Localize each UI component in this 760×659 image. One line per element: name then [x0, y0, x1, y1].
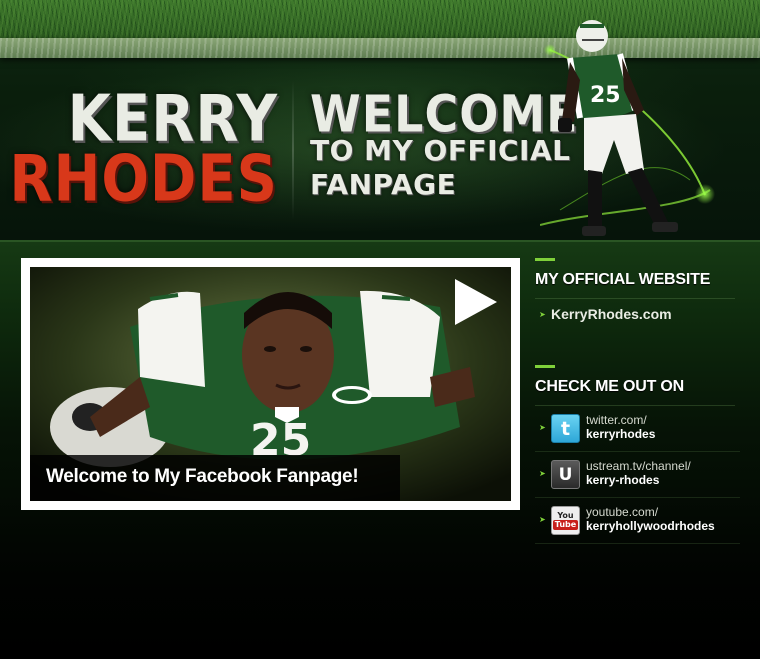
twitter-icon[interactable]: t: [551, 414, 580, 443]
social-url-prefix[interactable]: youtube.com/: [586, 505, 658, 519]
website-link[interactable]: KerryRhodes.com: [551, 306, 672, 322]
social-heading: CHECK ME OUT ON: [535, 378, 685, 395]
welcome-subtitle-line1: TO MY OFFICIAL: [310, 134, 571, 167]
welcome-subtitle-line2: FANPAGE: [310, 168, 457, 201]
play-icon[interactable]: [453, 277, 499, 327]
social-link-youtube[interactable]: ➤ You Tube youtube.com/ kerryhollywoodrh…: [535, 498, 740, 544]
ustream-icon[interactable]: U: [551, 460, 580, 489]
youtube-icon[interactable]: You Tube: [551, 506, 580, 535]
arrow-right-icon: ➤: [539, 310, 546, 319]
social-handle[interactable]: kerryhollywoodrhodes: [586, 519, 715, 533]
social-url-prefix[interactable]: twitter.com/: [586, 413, 647, 427]
website-heading: MY OFFICIAL WEBSITE: [535, 271, 711, 288]
arrow-right-icon: ➤: [539, 515, 546, 524]
player-illustration: 25: [540, 20, 715, 236]
video-caption-bar: Welcome to My Facebook Fanpage!: [30, 455, 400, 501]
player-last-name: RHODES: [9, 142, 278, 217]
video-caption: Welcome to My Facebook Fanpage!: [46, 466, 359, 487]
website-link-row[interactable]: ➤ KerryRhodes.com: [535, 299, 740, 333]
header-banner: KERRY RHODES WELCOME TO MY OFFICIAL FANP…: [0, 0, 760, 240]
social-link-ustream[interactable]: ➤ U ustream.tv/channel/ kerry-rhodes: [535, 452, 740, 498]
header-divider: [292, 80, 294, 220]
social-handle[interactable]: kerry-rhodes: [586, 473, 659, 487]
video-thumbnail[interactable]: 25 Welcome to My Facebook Fanpage!: [30, 267, 511, 501]
arrow-right-icon: ➤: [539, 469, 546, 478]
jersey-number: 25: [590, 83, 621, 108]
social-link-twitter[interactable]: ➤ t twitter.com/ kerryrhodes: [535, 406, 740, 452]
sidebar: MY OFFICIAL WEBSITE ➤ KerryRhodes.com CH…: [535, 258, 740, 544]
arrow-right-icon: ➤: [539, 423, 546, 432]
social-handle[interactable]: kerryrhodes: [586, 427, 655, 441]
social-url-prefix[interactable]: ustream.tv/channel/: [586, 459, 691, 473]
video-card[interactable]: 25 Welcome to My Facebook Fanpage!: [21, 258, 520, 510]
